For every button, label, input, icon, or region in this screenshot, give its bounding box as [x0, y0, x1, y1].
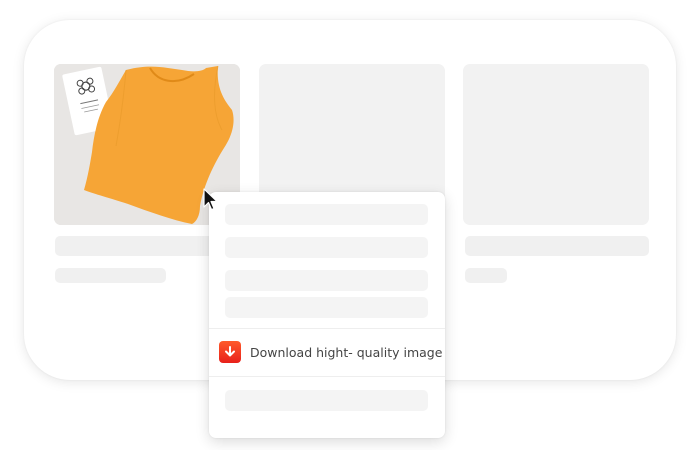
- product-placeholder-tile: [463, 64, 649, 225]
- context-menu: Download hight- quality image: [209, 192, 445, 438]
- menu-item-placeholder[interactable]: [225, 270, 428, 291]
- menu-item-placeholder[interactable]: [225, 297, 428, 318]
- menu-separator: [209, 328, 445, 329]
- price-placeholder: [465, 268, 507, 283]
- menu-item-placeholder[interactable]: [225, 237, 428, 258]
- download-image-label: Download hight- quality image: [250, 344, 443, 360]
- menu-item-placeholder[interactable]: [225, 204, 428, 225]
- price-placeholder: [55, 268, 166, 283]
- screen: Download hight- quality image: [0, 0, 700, 450]
- download-arrow-icon: [219, 341, 241, 363]
- mouse-cursor-icon: [203, 188, 218, 211]
- title-placeholder: [465, 236, 649, 256]
- menu-separator: [209, 376, 445, 377]
- download-image-menu-item[interactable]: Download hight- quality image: [219, 339, 442, 365]
- menu-item-placeholder[interactable]: [225, 390, 428, 411]
